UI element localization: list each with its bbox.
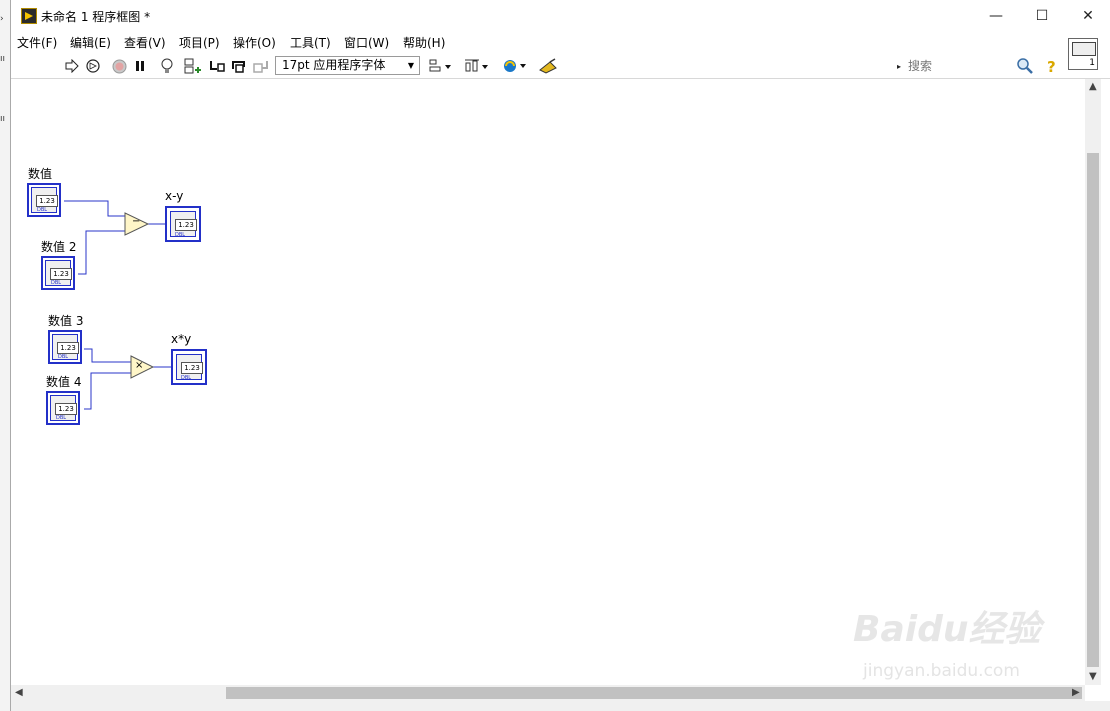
run-continuously-icon[interactable] <box>84 57 102 75</box>
minimize-button[interactable]: — <box>973 0 1019 32</box>
abort-execution-icon[interactable] <box>110 57 128 75</box>
terminal-value: 1.23 <box>175 219 197 231</box>
title-bar: 未命名 1 程序框图 * — ☐ ✕ <box>11 0 1110 32</box>
search-input[interactable] <box>908 58 1016 74</box>
horizontal-scrollbar[interactable]: ◀ ▶ <box>11 685 1085 701</box>
maximize-button[interactable]: ☐ <box>1019 0 1065 32</box>
terminal-label: 数值 <box>28 167 53 181</box>
expand-arrow-icon[interactable]: ▸ <box>894 57 904 75</box>
watermark-logo: Baidu经验 <box>853 609 1041 650</box>
wire <box>78 230 125 275</box>
terminal-label: x-y <box>165 189 184 203</box>
menu-edit[interactable]: 编辑(E) <box>70 34 111 51</box>
distribute-objects-icon[interactable] <box>463 57 491 75</box>
data-type-label: DBL <box>175 232 186 238</box>
numeric-indicator-terminal[interactable]: 1.23 DBL <box>165 206 201 242</box>
chevron-down-icon: ▼ <box>407 61 414 70</box>
terminal-value: 1.23 <box>57 342 79 354</box>
reorder-icon[interactable] <box>501 57 529 75</box>
align-objects-icon[interactable] <box>428 57 454 75</box>
data-type-label: DBL <box>181 375 192 381</box>
horizontal-scroll-thumb[interactable] <box>226 687 1082 699</box>
block-diagram-canvas[interactable]: − × 数值 1.23 DBL 数值 2 1.23 DBL x-y 1.23 D… <box>11 79 1085 685</box>
numeric-control-terminal[interactable]: 1.23 DBL <box>48 330 82 364</box>
data-type-label: DBL <box>58 354 69 360</box>
subtract-node-symbol: − <box>132 216 141 227</box>
scroll-down-arrow-icon[interactable]: ▼ <box>1089 671 1097 682</box>
block-diagram-window: 未命名 1 程序框图 * — ☐ ✕ 文件(F) 编辑(E) 查看(V) 项目(… <box>10 0 1110 711</box>
vertical-scroll-thumb[interactable] <box>1087 153 1099 667</box>
multiply-node-symbol: × <box>135 360 144 371</box>
background-tick-icon: ıı <box>0 114 6 124</box>
labview-vi-icon[interactable] <box>21 8 37 24</box>
terminal-value: 1.23 <box>55 403 77 415</box>
menu-bar: 文件(F) 编辑(E) 查看(V) 项目(P) 操作(O) 工具(T) 窗口(W… <box>11 32 1110 52</box>
step-into-icon[interactable] <box>208 57 226 75</box>
scroll-right-arrow-icon[interactable]: ▶ <box>1072 687 1080 698</box>
step-over-icon[interactable] <box>230 57 248 75</box>
numeric-control-terminal[interactable]: 1.23 DBL <box>41 256 75 290</box>
numeric-control-terminal[interactable]: 1.23 DBL <box>46 391 80 425</box>
background-arrow-icon: › <box>0 14 4 24</box>
data-type-label: DBL <box>56 415 67 421</box>
numeric-control-terminal[interactable]: 1.23 DBL <box>27 183 61 217</box>
watermark-url: jingyan.baidu.com <box>863 661 1020 681</box>
data-type-label: DBL <box>37 207 48 213</box>
step-out-icon[interactable] <box>252 57 270 75</box>
wire <box>84 372 131 410</box>
terminal-value: 1.23 <box>36 195 58 207</box>
font-select-value: 17pt 应用程序字体 <box>282 58 386 72</box>
close-button[interactable]: ✕ <box>1065 0 1110 32</box>
pause-icon[interactable] <box>132 57 148 75</box>
terminal-label: 数值 2 <box>41 240 77 254</box>
font-select[interactable]: 17pt 应用程序字体 ▼ <box>275 56 420 75</box>
retain-wire-values-icon[interactable] <box>183 57 203 75</box>
background-tick-icon: ıı <box>0 54 6 64</box>
menu-file[interactable]: 文件(F) <box>17 34 57 51</box>
wire <box>84 348 131 363</box>
menu-help[interactable]: 帮助(H) <box>403 34 445 51</box>
terminal-label: 数值 4 <box>46 375 82 389</box>
menu-tools[interactable]: 工具(T) <box>290 34 331 51</box>
search-icon[interactable] <box>1016 58 1034 74</box>
scroll-left-arrow-icon[interactable]: ◀ <box>15 687 23 698</box>
terminal-value: 1.23 <box>181 362 203 374</box>
terminal-value: 1.23 <box>50 268 72 280</box>
scroll-up-arrow-icon[interactable]: ▲ <box>1089 81 1097 92</box>
clean-up-diagram-icon[interactable] <box>537 57 561 75</box>
wire <box>64 200 125 217</box>
window-title: 未命名 1 程序框图 * <box>41 10 151 24</box>
numeric-indicator-terminal[interactable]: 1.23 DBL <box>171 349 207 385</box>
menu-view[interactable]: 查看(V) <box>124 34 166 51</box>
status-strip <box>11 701 1110 711</box>
menu-project[interactable]: 项目(P) <box>179 34 220 51</box>
terminal-label: 数值 3 <box>48 314 84 328</box>
run-arrow-icon[interactable] <box>63 57 81 75</box>
menu-operate[interactable]: 操作(O) <box>233 34 276 51</box>
toolbar: 17pt 应用程序字体 ▼ ▸ ? <box>11 53 1110 79</box>
vertical-scrollbar[interactable]: ▲ ▼ <box>1085 79 1101 685</box>
terminal-label: x*y <box>171 332 192 346</box>
menu-window[interactable]: 窗口(W) <box>344 34 389 51</box>
highlight-execution-icon[interactable] <box>158 57 176 75</box>
data-type-label: DBL <box>51 280 62 286</box>
context-help-icon[interactable]: ? <box>1047 58 1061 76</box>
